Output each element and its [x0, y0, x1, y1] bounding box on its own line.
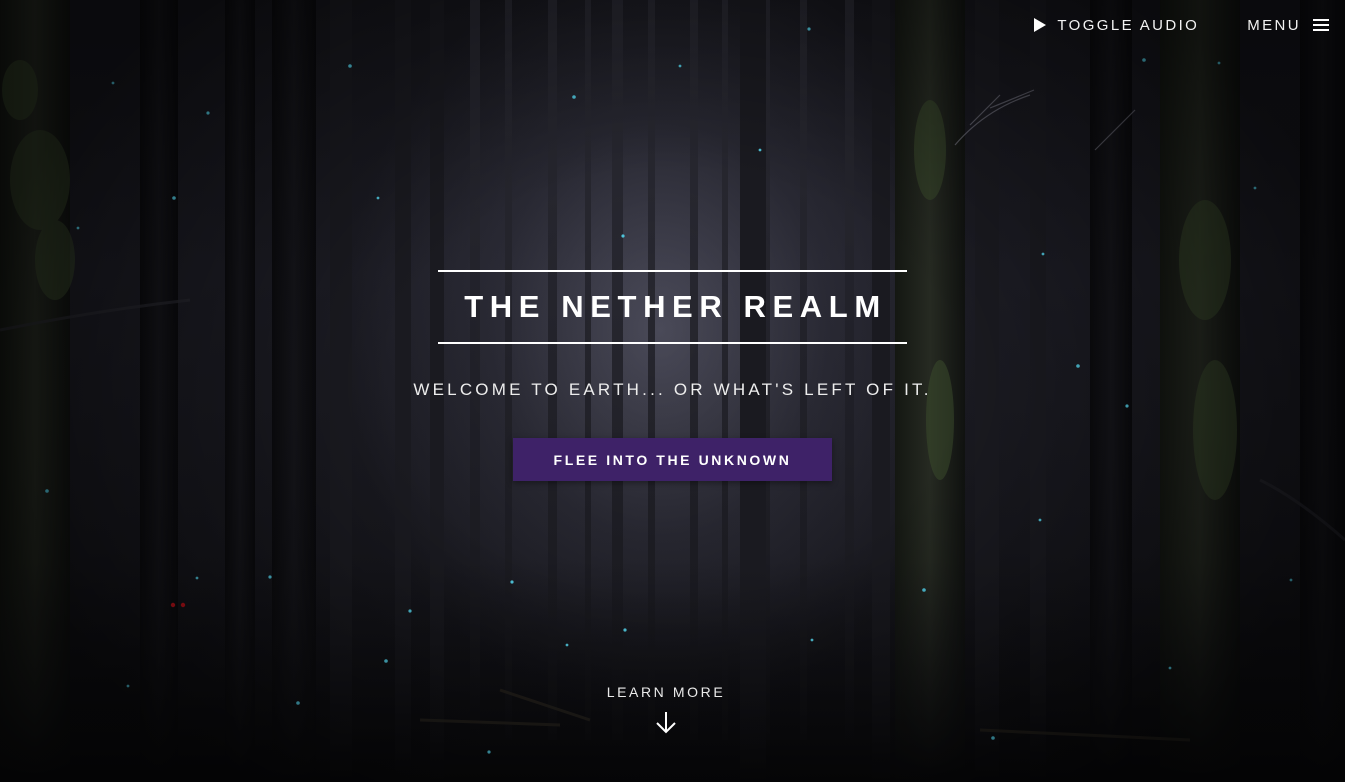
top-navigation: TOGGLE AUDIO MENU [1034, 14, 1329, 36]
title-frame: THE NETHER REALM [438, 270, 907, 344]
learn-more-label: LEARN MORE [606, 684, 726, 700]
toggle-audio-button[interactable]: TOGGLE AUDIO [1034, 17, 1199, 34]
menu-label: MENU [1247, 16, 1301, 34]
tagline: WELCOME TO EARTH... OR WHAT'S LEFT OF IT… [413, 380, 932, 399]
play-icon [1034, 18, 1047, 32]
menu-button[interactable]: MENU [1247, 17, 1329, 34]
learn-more-link[interactable]: LEARN MORE [560, 684, 772, 752]
hamburger-menu-icon [1313, 18, 1329, 32]
arrow-down-icon [656, 712, 676, 734]
toggle-audio-label: TOGGLE AUDIO [1057, 16, 1200, 34]
site-title: THE NETHER REALM [464, 289, 887, 324]
hero-section: TOGGLE AUDIO MENU THE NETHER REALM WELCO… [0, 0, 1345, 782]
flee-into-the-unknown-button[interactable]: FLEE INTO THE UNKNOWN [513, 438, 832, 481]
